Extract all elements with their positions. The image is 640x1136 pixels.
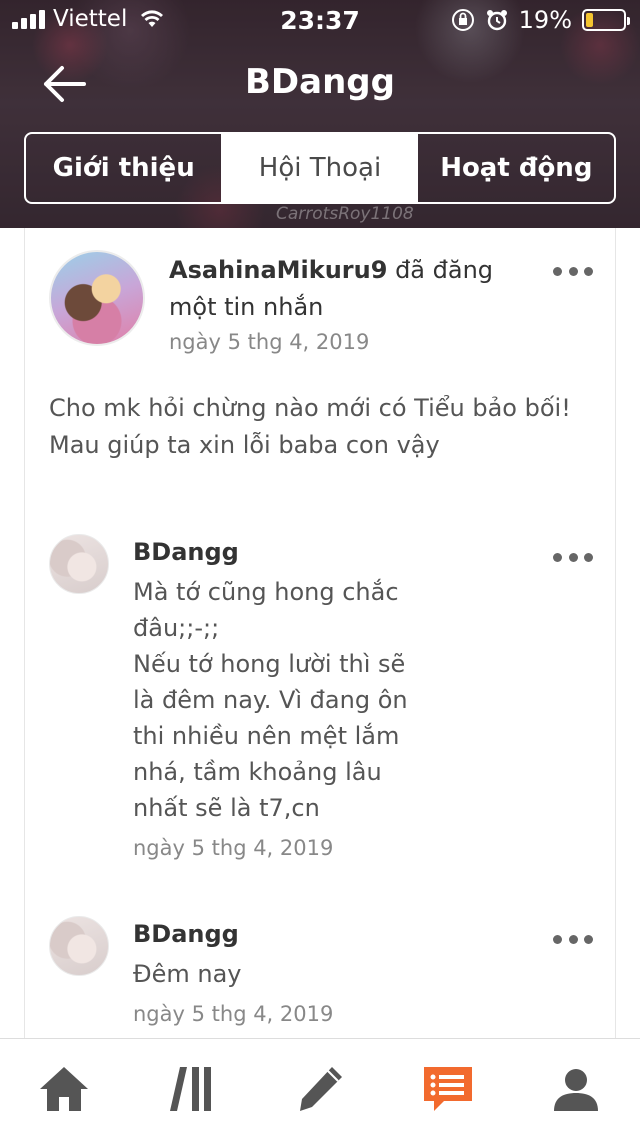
status-bar: Viettel 23:37 19% bbox=[0, 0, 640, 40]
tab-activity[interactable]: Hoạt động bbox=[418, 134, 614, 202]
tab-conversation[interactable]: Hội Thoại bbox=[221, 134, 418, 202]
page-title: BDangg bbox=[245, 62, 395, 102]
profile-tabs: Giới thiệu Hội Thoại Hoạt động bbox=[24, 132, 616, 204]
comment-more-button[interactable] bbox=[553, 932, 593, 946]
conversation-feed[interactable]: AsahinaMikuru9 đã đăng một tin nhắn ngày… bbox=[24, 228, 616, 1038]
post-header: AsahinaMikuru9 đã đăng một tin nhắn bbox=[169, 252, 529, 326]
battery-percent: 19% bbox=[518, 6, 572, 34]
comment-text: Đêm nay bbox=[133, 960, 242, 988]
bottom-nav bbox=[0, 1038, 640, 1136]
nav-write[interactable] bbox=[292, 1061, 348, 1117]
nav-home[interactable] bbox=[36, 1061, 92, 1117]
post-body: Cho mk hỏi chừng nào mới có Tiểu bảo bối… bbox=[49, 394, 571, 459]
comment-date: ngày 5 thg 4, 2019 bbox=[133, 836, 334, 860]
watermark: CarrotsRoy1108 bbox=[276, 204, 414, 224]
home-icon bbox=[40, 1067, 88, 1111]
post-more-button[interactable] bbox=[553, 264, 593, 278]
nav-messages[interactable] bbox=[420, 1061, 476, 1117]
profile-icon bbox=[554, 1069, 598, 1111]
battery-icon bbox=[582, 9, 630, 31]
comment-author-name[interactable]: BDangg bbox=[133, 920, 239, 948]
comment-more-button[interactable] bbox=[553, 550, 593, 564]
post-author-name[interactable]: AsahinaMikuru9 bbox=[169, 256, 387, 284]
comment-date: ngày 5 thg 4, 2019 bbox=[133, 1002, 334, 1026]
nav-library[interactable] bbox=[164, 1061, 220, 1117]
alarm-icon bbox=[486, 10, 507, 31]
comment-text: Mà tớ cũng hong chắc đâu;;-;; Nếu tớ hon… bbox=[133, 578, 408, 822]
post-date: ngày 5 thg 4, 2019 bbox=[169, 330, 370, 354]
comment-avatar[interactable] bbox=[49, 534, 109, 594]
orientation-lock-icon bbox=[451, 9, 474, 31]
nav-profile[interactable] bbox=[548, 1061, 604, 1117]
comment-avatar[interactable] bbox=[49, 916, 109, 976]
post-author-avatar[interactable] bbox=[49, 250, 145, 346]
pencil-icon bbox=[300, 1067, 342, 1111]
comment-author-name[interactable]: BDangg bbox=[133, 538, 239, 566]
tab-introduction[interactable]: Giới thiệu bbox=[26, 134, 221, 202]
chat-icon bbox=[424, 1067, 472, 1111]
profile-header: Viettel 23:37 19% BDangg CarrotsRoy1108 … bbox=[0, 0, 640, 228]
battery-fill bbox=[586, 13, 593, 27]
library-icon bbox=[170, 1067, 211, 1111]
